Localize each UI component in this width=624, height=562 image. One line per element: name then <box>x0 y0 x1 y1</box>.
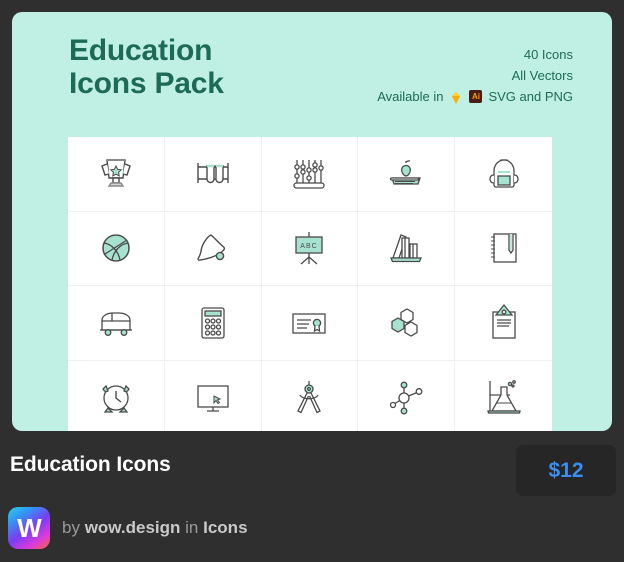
in-word: in <box>185 518 199 537</box>
meta-vectors: All Vectors <box>511 68 573 83</box>
meta-available-label: Available in <box>377 89 444 104</box>
icon-cell-clipboard[interactable] <box>455 286 552 361</box>
icon-cell-monitor[interactable] <box>165 360 262 431</box>
icon-cell-school-bus[interactable] <box>68 286 165 361</box>
sketch-diamond-icon <box>449 90 463 104</box>
pack-meta: 40 Icons All Vectors Available in Ai SVG… <box>377 44 573 107</box>
card-header: Education Icons Pack 40 Icons All Vector… <box>12 12 612 137</box>
icon-cell-compass-divider[interactable] <box>262 360 359 431</box>
item-title[interactable]: Education Icons <box>10 453 171 477</box>
svg-text:ABC: ABC <box>301 243 318 250</box>
icon-cell-trophy[interactable] <box>68 137 165 212</box>
icon-cell-calculator[interactable] <box>164 286 262 361</box>
author-name-link[interactable]: wow.design <box>85 518 181 537</box>
by-word: by <box>62 518 80 537</box>
pack-title: Education Icons Pack <box>69 34 224 100</box>
meta-available-row: Available in Ai SVG and PNG <box>377 86 573 107</box>
icon-cell-certificate[interactable] <box>261 286 359 361</box>
price-label: $12 <box>548 458 584 482</box>
preview-card[interactable]: Education Icons Pack 40 Icons All Vector… <box>12 12 612 431</box>
icon-cell-abc-board[interactable]: ABC <box>261 211 359 286</box>
meta-icon-count: 40 Icons <box>523 47 573 62</box>
author-avatar[interactable]: W <box>8 507 50 549</box>
icon-cell-school-bell[interactable] <box>164 211 262 286</box>
price-badge[interactable]: $12 <box>516 445 616 496</box>
meta-formats: SVG and PNG <box>488 89 573 104</box>
category-link[interactable]: Icons <box>203 518 247 537</box>
icon-cell-abacus[interactable] <box>261 137 359 212</box>
icon-cell-alarm-clock[interactable] <box>68 360 165 431</box>
icon-cell-test-tubes[interactable] <box>164 137 262 212</box>
icon-cell-books-shelf[interactable] <box>358 211 456 286</box>
icon-cell-atom-molecule[interactable] <box>358 360 456 431</box>
item-footer: Education Icons $12 W by wow.design in I… <box>0 431 624 562</box>
icon-cell-apple-on-book[interactable] <box>358 137 456 212</box>
icon-cell-molecule-hexagons[interactable] <box>358 286 456 361</box>
icon-cell-spiral-notebook[interactable] <box>455 212 552 286</box>
adobe-illustrator-icon: Ai <box>469 90 483 103</box>
icon-cell-flask[interactable] <box>455 361 552 432</box>
icon-grid: ABC <box>68 137 552 431</box>
icon-cell-backpack[interactable] <box>455 137 552 212</box>
wow-design-logo-icon: W <box>17 513 42 543</box>
icon-cell-basketball[interactable] <box>68 211 165 286</box>
author-byline: by wow.design in Icons <box>62 518 248 538</box>
author-row[interactable]: W by wow.design in Icons <box>8 507 248 549</box>
